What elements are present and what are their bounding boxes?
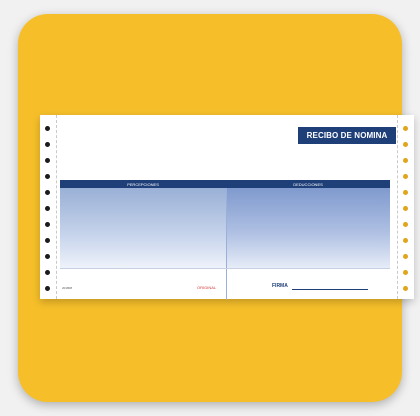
percepciones-panel xyxy=(60,188,226,268)
left-perforation xyxy=(56,115,57,299)
feed-hole-icon xyxy=(403,190,408,195)
feed-hole-icon xyxy=(45,174,50,179)
panel-bottom-line xyxy=(60,268,390,269)
header-deducciones: DEDUCCIONES xyxy=(293,181,323,187)
feed-hole-icon xyxy=(45,190,50,195)
feed-hole-icon xyxy=(403,238,408,243)
feed-hole-icon xyxy=(45,286,50,291)
feed-hole-icon xyxy=(45,254,50,259)
feed-hole-icon xyxy=(403,270,408,275)
feed-hole-icon xyxy=(45,270,50,275)
deducciones-panel xyxy=(226,188,390,268)
feed-hole-icon xyxy=(45,222,50,227)
feed-hole-icon xyxy=(403,174,408,179)
payroll-receipt-form: RECIBO DE NOMINA PERCEPCIONES DEDUCCIONE… xyxy=(40,115,414,300)
feed-hole-icon xyxy=(403,206,408,211)
form-code: 201808 xyxy=(62,286,73,290)
feed-hole-icon xyxy=(403,286,408,291)
feed-hole-icon xyxy=(403,158,408,163)
signature-line xyxy=(292,289,368,290)
feed-hole-icon xyxy=(403,254,408,259)
original-label: ORIGINAL xyxy=(197,285,217,290)
feed-hole-icon xyxy=(45,238,50,243)
left-feed-strip xyxy=(40,115,56,299)
feed-hole-icon xyxy=(45,158,50,163)
receipt-title: RECIBO DE NOMINA xyxy=(298,127,396,144)
column-divider xyxy=(226,188,227,300)
feed-hole-icon xyxy=(403,126,408,131)
feed-hole-icon xyxy=(403,142,408,147)
feed-hole-icon xyxy=(45,206,50,211)
feed-hole-icon xyxy=(45,126,50,131)
firma-label: FIRMA xyxy=(272,283,288,289)
column-header-bar: PERCEPCIONES DEDUCCIONES xyxy=(60,180,390,188)
right-perforation xyxy=(397,115,398,299)
right-feed-strip xyxy=(398,115,414,299)
header-percepciones: PERCEPCIONES xyxy=(127,181,159,187)
feed-hole-icon xyxy=(403,222,408,227)
feed-hole-icon xyxy=(45,142,50,147)
